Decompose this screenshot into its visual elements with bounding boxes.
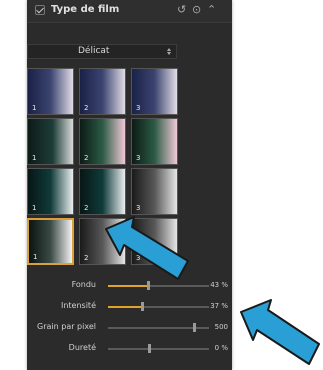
- panel-title: Type de film: [51, 4, 120, 15]
- slider-track[interactable]: [108, 281, 209, 290]
- preset-tile[interactable]: 2: [79, 68, 126, 115]
- enable-checkbox[interactable]: [35, 5, 45, 15]
- slider-label: Dureté: [68, 343, 96, 352]
- slider-fill: [108, 285, 148, 287]
- slider-fill: [108, 306, 142, 308]
- slider-label: Fondu: [71, 280, 96, 289]
- slider-thumb[interactable]: [193, 323, 196, 332]
- preset-number: 2: [84, 104, 89, 112]
- preset-tile[interactable]: 1: [27, 218, 74, 265]
- slider-track[interactable]: [108, 344, 209, 353]
- preset-tile[interactable]: 1: [27, 118, 74, 165]
- chevron-up-icon[interactable]: ⌃: [207, 3, 216, 17]
- preset-tile[interactable]: 3: [131, 68, 178, 115]
- slider-track[interactable]: [108, 323, 209, 332]
- preset-tile[interactable]: 1: [27, 68, 74, 115]
- film-type-dropdown[interactable]: Délicat: [27, 44, 177, 59]
- preset-number: 3: [136, 204, 141, 212]
- preset-number: 2: [84, 154, 89, 162]
- slider-value: 37 %: [210, 302, 228, 310]
- preset-tile[interactable]: 2: [79, 168, 126, 215]
- preset-tile[interactable]: 3: [131, 168, 178, 215]
- dropdown-caret-icon: [167, 48, 172, 55]
- preset-number: 2: [84, 204, 89, 212]
- slider-label: Intensité: [60, 301, 96, 310]
- panel-header: Type de film ↺ ⊙ ⌃: [27, 0, 232, 23]
- preset-tile[interactable]: 1: [27, 168, 74, 215]
- preset-tile[interactable]: 2: [79, 118, 126, 165]
- reset-icon[interactable]: ↺: [177, 3, 186, 17]
- annotation-arrow-left: [105, 216, 189, 280]
- slider-track[interactable]: [108, 302, 209, 311]
- preset-number: 1: [32, 104, 37, 112]
- preset-number: 1: [33, 253, 38, 261]
- slider-thumb[interactable]: [141, 302, 144, 311]
- slider-value: 0 %: [214, 344, 228, 352]
- dropdown-value: Délicat: [78, 46, 110, 56]
- preset-number: 3: [136, 104, 141, 112]
- preset-number: 1: [32, 154, 37, 162]
- preset-tile[interactable]: 3: [131, 118, 178, 165]
- slider-value: 500: [214, 323, 228, 331]
- slider-thumb[interactable]: [148, 344, 151, 353]
- preset-number: 3: [136, 154, 141, 162]
- slider-label: Grain par pixel: [37, 322, 96, 331]
- preset-number: 2: [84, 254, 89, 262]
- preset-number: 1: [32, 204, 37, 212]
- slider-value: 43 %: [210, 281, 228, 289]
- settings-icon[interactable]: ⊙: [192, 3, 201, 17]
- annotation-arrow-right: [240, 299, 320, 365]
